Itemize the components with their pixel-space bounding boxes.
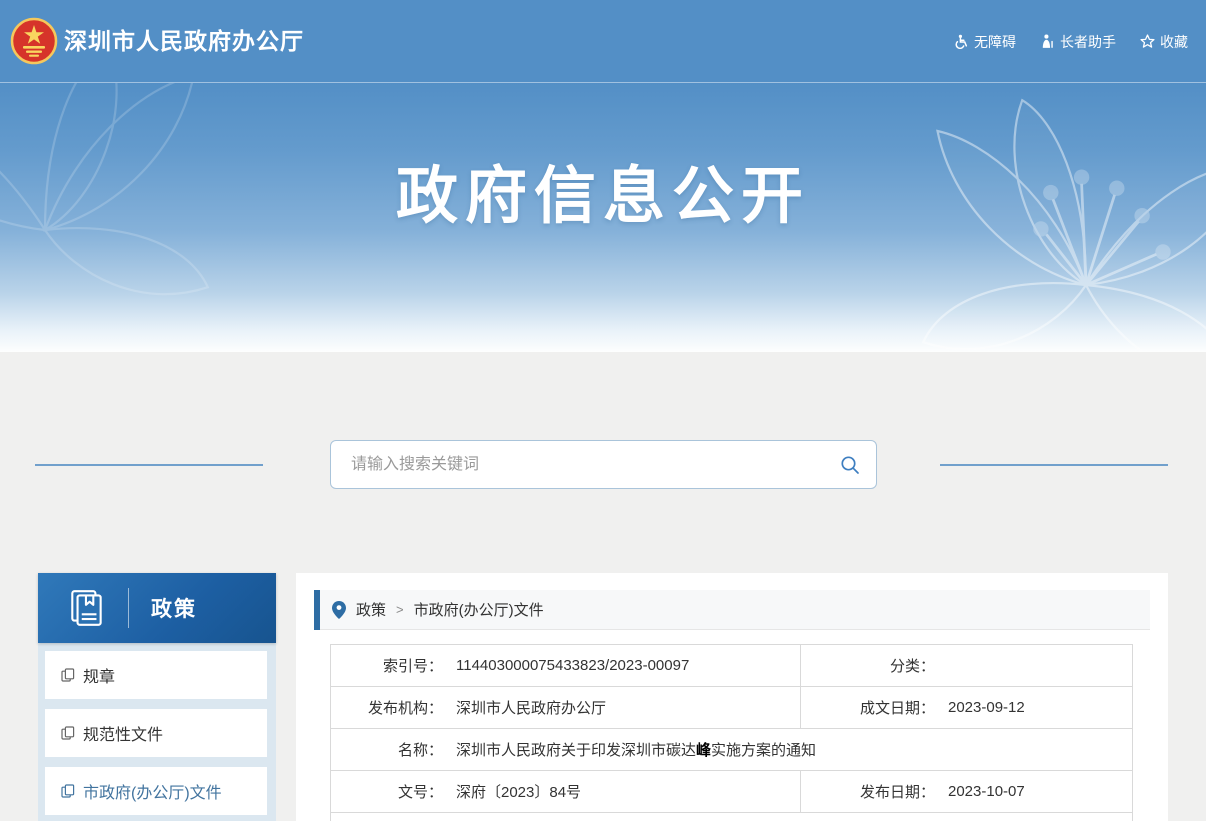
table-row: 名称： 深圳市人民政府关于印发深圳市碳达峰实施方案的通知 — [331, 729, 1132, 771]
book-icon — [66, 587, 108, 629]
index-number-label: 索引号： — [331, 655, 443, 676]
search-divider-right — [940, 464, 1168, 466]
search-divider-left — [35, 464, 263, 466]
document-name-prefix: 深圳市人民政府关于印发深圳市碳达 — [456, 742, 696, 759]
sidebar-header-label: 政策 — [151, 593, 197, 623]
empty-cell — [331, 813, 1132, 821]
document-icon — [61, 784, 75, 798]
breadcrumb-item-current[interactable]: 市政府(办公厅)文件 — [414, 599, 544, 620]
index-number-value: 114403000075433823/2023-00097 — [456, 657, 689, 674]
elder-assist-label: 长者助手 — [1060, 32, 1116, 52]
publish-date-label: 发布日期： — [801, 781, 935, 802]
sidebar-item-municipal-documents[interactable]: 市政府(办公厅)文件 — [45, 767, 267, 815]
star-icon — [1140, 34, 1155, 49]
main-panel: 政策 > 市政府(办公厅)文件 索引号： 114403000075433823/… — [296, 573, 1168, 821]
accessibility-label: 无障碍 — [974, 32, 1016, 52]
search-icon — [839, 454, 861, 476]
document-name-highlight: 峰 — [696, 742, 711, 759]
breadcrumb-separator: > — [396, 602, 404, 617]
agency-cell: 发布机构： 深圳市人民政府办公厅 — [331, 687, 801, 728]
sidebar-header-divider — [128, 588, 129, 628]
location-pin-icon — [332, 601, 346, 619]
sidebar-item-label: 市政府(办公厅)文件 — [83, 779, 222, 803]
elder-assist-link[interactable]: 长者助手 — [1040, 32, 1116, 52]
search-bar — [330, 440, 877, 489]
category-label: 分类： — [801, 655, 935, 676]
document-name-cell: 名称： 深圳市人民政府关于印发深圳市碳达峰实施方案的通知 — [331, 729, 1132, 770]
document-name-value: 深圳市人民政府关于印发深圳市碳达峰实施方案的通知 — [456, 739, 816, 760]
breadcrumb-accent-bar — [314, 590, 320, 630]
breadcrumb: 政策 > 市政府(办公厅)文件 — [314, 590, 1150, 630]
accessibility-link[interactable]: 无障碍 — [954, 32, 1016, 52]
banner: 政府信息公开 — [0, 83, 1206, 352]
issue-date-value: 2023-09-12 — [948, 699, 1025, 716]
accessibility-icon — [954, 34, 969, 49]
table-row-partial — [331, 813, 1132, 821]
agency-label: 发布机构： — [331, 697, 443, 718]
favorite-label: 收藏 — [1160, 32, 1188, 52]
breadcrumb-item-policy[interactable]: 政策 — [356, 599, 386, 620]
document-number-cell: 文号： 深府〔2023〕84号 — [331, 771, 801, 812]
table-row: 发布机构： 深圳市人民政府办公厅 成文日期： 2023-09-12 — [331, 687, 1132, 729]
page-title: 政府信息公开 — [0, 145, 1206, 235]
site-header: 深圳市人民政府办公厅 无障碍 长者助手 收藏 — [0, 0, 1206, 83]
document-name-suffix: 实施方案的通知 — [711, 742, 816, 759]
publish-date-cell: 发布日期： 2023-10-07 — [801, 771, 1132, 812]
document-info-table: 索引号： 114403000075433823/2023-00097 分类： 发… — [330, 644, 1133, 821]
document-name-label: 名称： — [331, 739, 443, 760]
sidebar-item-normative-documents[interactable]: 规范性文件 — [45, 709, 267, 757]
sidebar-item-regulations[interactable]: 规章 — [45, 651, 267, 699]
issue-date-label: 成文日期： — [801, 697, 935, 718]
category-cell: 分类： — [801, 645, 1132, 686]
site-title: 深圳市人民政府办公厅 — [64, 0, 304, 83]
document-number-label: 文号： — [331, 781, 443, 802]
sidebar-menu: 规章 规范性文件 市政府(办公厅)文件 — [38, 643, 276, 815]
publish-date-value: 2023-10-07 — [948, 783, 1025, 800]
index-number-cell: 索引号： 114403000075433823/2023-00097 — [331, 645, 801, 686]
sidebar-item-label: 规范性文件 — [83, 721, 163, 745]
document-icon — [61, 726, 75, 740]
national-emblem-icon — [10, 17, 58, 65]
table-row: 文号： 深府〔2023〕84号 发布日期： 2023-10-07 — [331, 771, 1132, 813]
search-input[interactable] — [331, 441, 824, 488]
sidebar: 政策 规章 规范性文件 市政府(办公厅)文件 — [38, 573, 276, 821]
document-icon — [61, 668, 75, 682]
agency-value: 深圳市人民政府办公厅 — [456, 697, 606, 718]
issue-date-cell: 成文日期： 2023-09-12 — [801, 687, 1132, 728]
header-links: 无障碍 长者助手 收藏 — [954, 0, 1188, 83]
sidebar-item-label: 规章 — [83, 663, 115, 687]
document-number-value: 深府〔2023〕84号 — [456, 781, 581, 802]
table-row: 索引号： 114403000075433823/2023-00097 分类： — [331, 645, 1132, 687]
favorite-link[interactable]: 收藏 — [1140, 32, 1188, 52]
elder-assist-icon — [1040, 34, 1055, 49]
sidebar-header: 政策 — [38, 573, 276, 643]
search-button[interactable] — [824, 441, 876, 488]
